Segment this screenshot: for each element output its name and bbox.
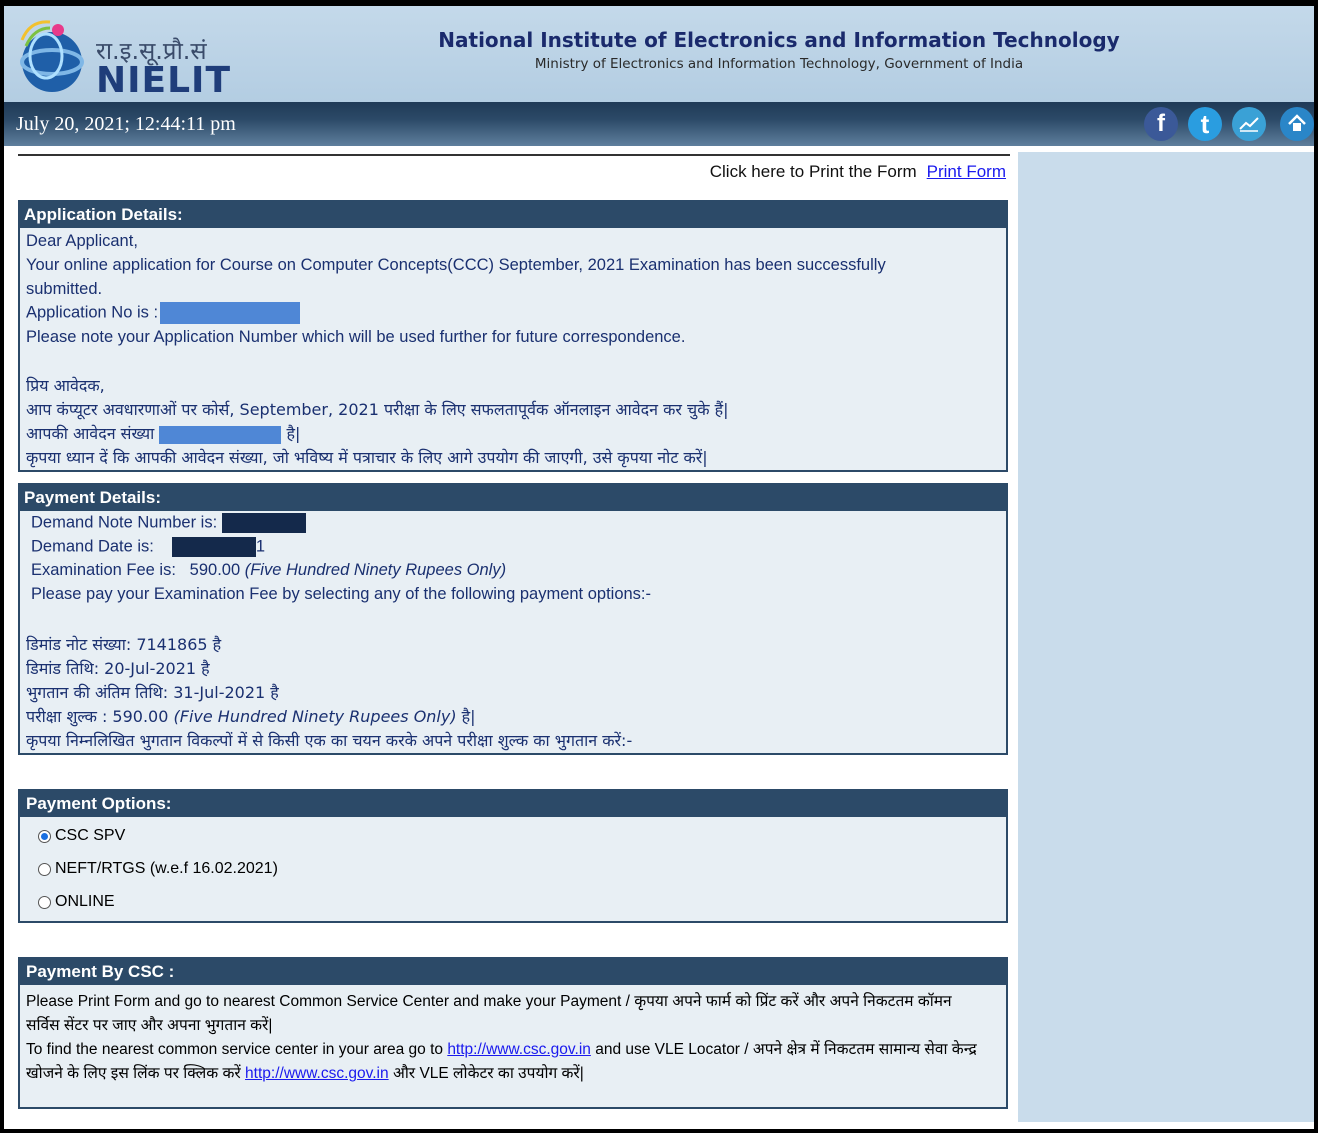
csc-locator-text: To find the nearest common service cente… xyxy=(26,1041,443,1058)
csc-hindi-link-row: खोजने के लिए इस लिंक पर क्लिक करें http:… xyxy=(26,1061,584,1083)
hindi-last-date: भुगतान की अंतिम तिथि: 31-Jul-2021 है xyxy=(26,683,279,702)
hindi-is: है| xyxy=(286,424,301,443)
csc-instruction-1: Please Print Form and go to nearest Comm… xyxy=(26,993,952,1010)
radio-csc-spv[interactable] xyxy=(38,829,51,843)
print-form-link[interactable]: Print Form xyxy=(927,162,1006,181)
note-message: Please note your Application Number whic… xyxy=(26,328,686,346)
payment-details-heading: Payment Details: xyxy=(20,485,1006,511)
hindi-submission-message: आप कंप्यूटर अवधारणाओं पर कोर्स, Septembe… xyxy=(26,400,729,419)
option-online[interactable]: ONLINE xyxy=(38,893,115,911)
pay-instruction: Please pay your Examination Fee by selec… xyxy=(31,585,652,603)
application-details-heading: Application Details: xyxy=(20,202,1006,228)
exam-fee-row: Examination Fee is: 590.00 (Five Hundred… xyxy=(31,561,506,580)
exam-fee-value: 590.00 xyxy=(189,561,241,579)
payment-details-panel: Payment Details: Demand Note Number is: … xyxy=(18,483,1008,755)
exam-fee-words: (Five Hundred Ninety Rupees Only) xyxy=(244,561,507,579)
csc-hindi-text-2: और VLE लोकेटर का उपयोग करें| xyxy=(392,1065,584,1082)
submission-message-cont: submitted. xyxy=(26,280,103,298)
redacted-application-number-hindi xyxy=(159,425,282,444)
csc-instruction-2: सर्विस सेंटर पर जाए और अपना भुगतान करें| xyxy=(26,1017,273,1034)
print-row: Click here to Print the Form Print Form xyxy=(710,162,1006,182)
application-details-panel: Application Details: Dear Applicant, You… xyxy=(18,200,1008,472)
greeting: Dear Applicant, xyxy=(26,232,138,250)
option-neft-rtgs[interactable]: NEFT/RTGS (w.e.f 16.02.2021) xyxy=(38,860,278,878)
hindi-fee-value: परीक्षा शुल्क : 590.00 xyxy=(26,707,169,726)
demand-date-suffix: 1 xyxy=(255,537,266,556)
payment-by-csc-heading: Payment By CSC : xyxy=(20,959,1006,985)
redacted-application-number xyxy=(160,302,301,324)
payment-by-csc-panel: Payment By CSC : Please Print Form and g… xyxy=(18,957,1008,1109)
application-number-label: Application No is : xyxy=(26,303,159,322)
chart-icon[interactable] xyxy=(1232,107,1266,141)
csc-website-link[interactable]: http://www.csc.gov.in xyxy=(447,1041,591,1058)
home-icon[interactable] xyxy=(1280,107,1314,141)
redacted-demand-note xyxy=(221,513,306,533)
csc-website-link-hindi[interactable]: http://www.csc.gov.in xyxy=(245,1065,389,1082)
exam-fee-label: Examination Fee is: xyxy=(31,561,176,579)
hindi-fee-is: है| xyxy=(461,707,476,726)
submission-message: Your online application for Course on Co… xyxy=(26,256,886,274)
divider xyxy=(18,154,1010,156)
hindi-greeting: प्रिय आवेदक, xyxy=(26,376,105,395)
hindi-fee-words: (Five Hundred Ninety Rupees Only) xyxy=(173,707,457,726)
current-datetime: July 20, 2021; 12:44:11 pm xyxy=(16,113,236,135)
hindi-application-number-row: आपकी आवेदन संख्या है| xyxy=(26,422,300,444)
demand-note-row: Demand Note Number is: xyxy=(31,513,306,533)
demand-note-label: Demand Note Number is: xyxy=(31,513,218,532)
facebook-icon[interactable]: f xyxy=(1144,107,1178,141)
hindi-application-number-label: आपकी आवेदन संख्या xyxy=(26,424,155,443)
hindi-fee-row: परीक्षा शुल्क : 590.00 (Five Hundred Nin… xyxy=(26,705,476,727)
option-neft-rtgs-label: NEFT/RTGS (w.e.f 16.02.2021) xyxy=(55,860,278,877)
org-subtitle: Ministry of Electronics and Information … xyxy=(534,56,1024,72)
redacted-demand-date xyxy=(171,537,256,557)
csc-hindi-text: खोजने के लिए इस लिंक पर क्लिक करें xyxy=(26,1065,241,1082)
option-online-label: ONLINE xyxy=(55,893,115,910)
option-csc-spv-label: CSC SPV xyxy=(55,827,126,844)
hindi-demand-note: डिमांड नोट संख्या: 7141865 है xyxy=(26,635,222,654)
main-content: Click here to Print the Form Print Form A… xyxy=(16,148,1012,1128)
print-instruction: Click here to Print the Form xyxy=(709,162,917,181)
hindi-demand-date: डिमांड तिथि: 20-Jul-2021 है xyxy=(26,659,210,678)
demand-date-label: Demand Date is: xyxy=(31,537,154,556)
csc-locator-row: To find the nearest common service cente… xyxy=(26,1037,977,1059)
option-csc-spv[interactable]: CSC SPV xyxy=(38,827,125,845)
hindi-note-message: कृपया ध्यान दें कि आपकी आवेदन संख्या, जो… xyxy=(26,448,708,467)
demand-date-row: Demand Date is: 1 xyxy=(31,537,265,557)
site-header: रा.इ.सू.प्रौ.सं NIELIT National Institut… xyxy=(4,6,1314,102)
payment-options-panel: Payment Options: CSC SPV NEFT/RTGS (w.e.… xyxy=(18,789,1008,923)
twitter-icon[interactable]: t xyxy=(1188,107,1222,141)
date-bar: July 20, 2021; 12:44:11 pm f t xyxy=(4,102,1314,146)
radio-online[interactable] xyxy=(38,895,51,909)
right-sidebar xyxy=(1018,152,1314,1122)
radio-neft-rtgs[interactable] xyxy=(38,862,51,876)
org-title: National Institute of Electronics and In… xyxy=(438,28,1120,52)
payment-options-heading: Payment Options: xyxy=(20,791,1006,817)
csc-locator-text-2: and use VLE Locator / अपने क्षेत्र में न… xyxy=(595,1041,977,1058)
application-number-row: Application No is : xyxy=(26,302,301,324)
hindi-pay-instruction: कृपया निम्नलिखित भुगतान विकल्पों में से … xyxy=(26,731,633,750)
